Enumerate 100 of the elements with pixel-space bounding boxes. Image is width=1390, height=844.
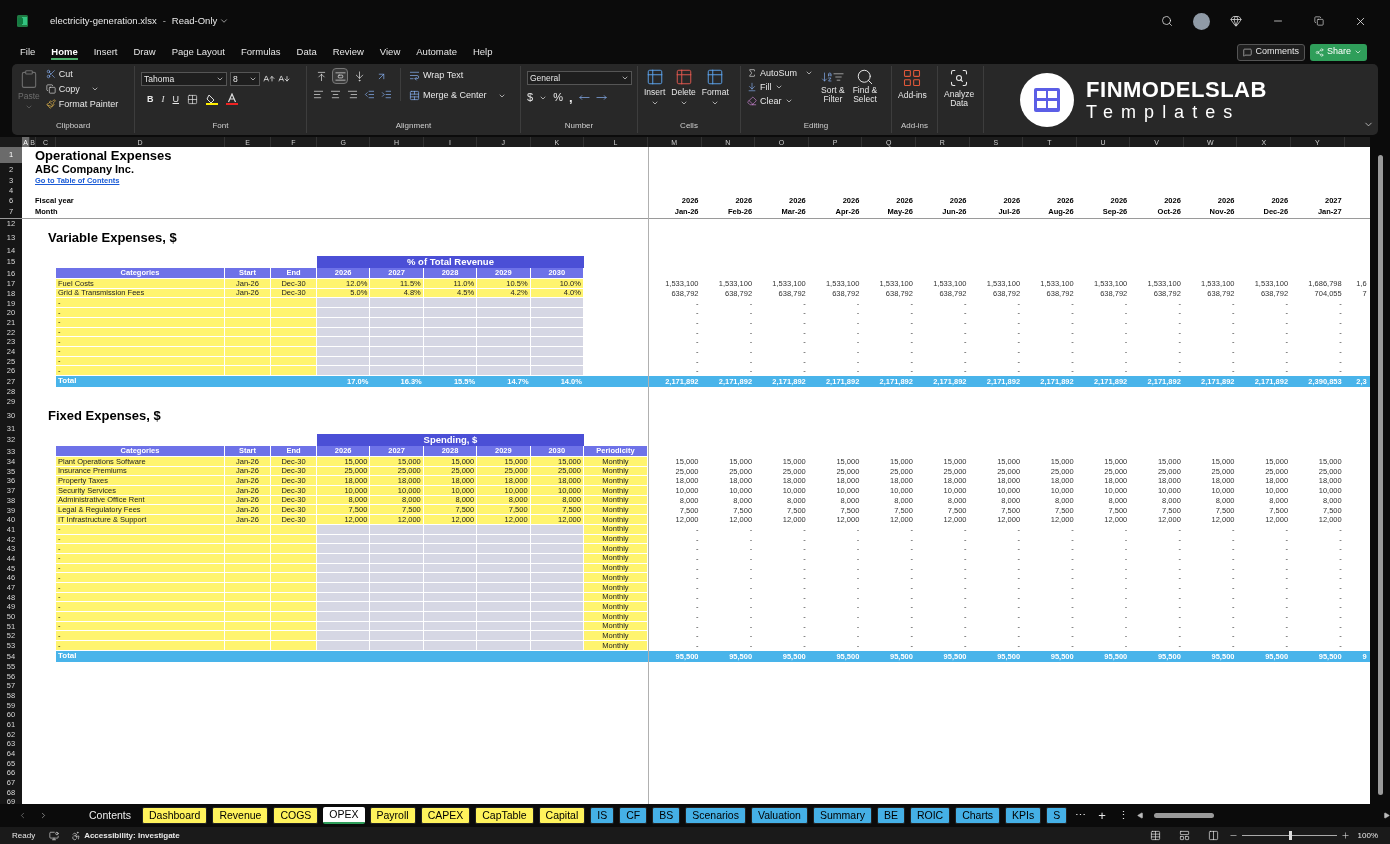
screen-icon (49, 830, 60, 841)
font-family-field[interactable]: Tahoma (141, 72, 227, 86)
caret-icon (219, 16, 230, 26)
table-cell (225, 592, 271, 603)
table-cell (477, 563, 531, 574)
menu-tab[interactable]: Data (296, 43, 317, 61)
copy-button[interactable]: Copy (45, 84, 119, 94)
table-cell (225, 337, 271, 347)
table-cell (477, 544, 531, 554)
sheet-tab[interactable]: S (1046, 807, 1068, 824)
cells-button[interactable]: Format (701, 68, 729, 107)
caret-icon (805, 69, 814, 77)
table-cell (271, 534, 317, 545)
fill-color-icon[interactable] (206, 93, 218, 105)
sheet-tab[interactable]: Capital (538, 807, 586, 824)
sheet-tab[interactable]: Scenarios (685, 807, 746, 824)
table-cell (477, 366, 531, 376)
table-cell (423, 327, 478, 338)
bold-button[interactable]: B (147, 94, 154, 104)
format-painter-button[interactable]: Format Painter (45, 99, 119, 109)
percent-button[interactable]: % (553, 92, 563, 103)
menu-tab[interactable]: Draw (133, 43, 156, 61)
sheet-tab[interactable]: Dashboard (142, 807, 208, 824)
menu-tab[interactable]: Insert (93, 43, 118, 61)
sheet-tab[interactable]: BS (652, 807, 681, 824)
table-cell (530, 631, 584, 642)
table-cell (271, 308, 317, 318)
sheet-tab[interactable]: Summary (812, 807, 872, 824)
menu-tab[interactable]: Help (472, 43, 493, 61)
sheet-options-button[interactable]: ⋮ (1117, 807, 1129, 824)
table-cell (271, 327, 317, 338)
font-size-field[interactable]: 8 (230, 72, 260, 86)
number-format-field[interactable]: General (527, 71, 632, 85)
autosum-button[interactable]: AutoSum (747, 68, 814, 78)
comma-style-button[interactable]: , (568, 91, 573, 104)
more-sheets-button[interactable]: ⋯ (1075, 807, 1087, 824)
sheet-tab[interactable]: KPIs (1005, 807, 1042, 824)
table-cell (423, 366, 478, 376)
logo-icon (1020, 72, 1075, 127)
add-ins-button[interactable]: Add-ins (898, 68, 927, 100)
sheet-tab[interactable]: Revenue (212, 807, 269, 824)
logo-name: FINMODELSLAB (1086, 78, 1267, 101)
comments-button[interactable]: Comments (1237, 43, 1305, 61)
grid-icon (902, 68, 923, 88)
menu-tab[interactable]: File (20, 43, 36, 61)
section-title: Variable Expenses, $ (47, 228, 178, 247)
vertical-scrollbar[interactable] (1377, 155, 1383, 795)
cut-button[interactable]: Cut (45, 69, 119, 79)
group-label: Editing (803, 122, 829, 132)
table-cell (530, 317, 584, 328)
table-cell (423, 298, 478, 309)
sheet-tab[interactable]: COGS (273, 807, 319, 824)
zoom-thumb[interactable] (1289, 831, 1293, 840)
sheet-tab[interactable]: OPEX (323, 807, 365, 824)
add-sheet-button[interactable]: + (1098, 805, 1106, 826)
table-cell (225, 534, 271, 545)
sheet-tab[interactable]: Charts (955, 807, 1001, 824)
vertical-align-button[interactable] (332, 68, 348, 84)
analyze-data-button[interactable]: Analyze Data (944, 68, 975, 109)
merge-center-button[interactable]: Merge & Center (409, 90, 506, 101)
sheet-tab[interactable]: ROIC (909, 807, 951, 824)
menu-tab[interactable]: Review (332, 43, 364, 61)
menu-tab[interactable]: Page Layout (171, 43, 225, 61)
sheet-tab[interactable]: Payroll (369, 807, 416, 824)
menu-tab[interactable]: Home (51, 43, 78, 61)
read-only-dropdown[interactable]: Read-Only (171, 13, 230, 29)
accessibility-status[interactable]: Accessibility: Investigate (84, 829, 180, 842)
currency-button[interactable]: $ (527, 92, 534, 103)
sort-filter-button[interactable]: Sort & Filter (821, 68, 845, 106)
cells-button[interactable]: Insert (644, 68, 666, 107)
wrap-text-button[interactable]: Wrap Text (409, 70, 506, 81)
sheet-tab[interactable]: CAPEX (420, 807, 471, 824)
italic-button[interactable]: I (161, 94, 165, 104)
borders-icon (187, 93, 198, 105)
page-layout-icon (1178, 830, 1190, 841)
table-cell (225, 602, 271, 612)
table-cell (317, 534, 371, 545)
logo-tagline: Templates (1086, 102, 1242, 121)
clear-button[interactable]: Clear (747, 96, 814, 106)
sheet-tab[interactable]: IS (590, 807, 615, 824)
menu-tab[interactable]: Automate (416, 43, 457, 61)
sigma-icon (747, 68, 757, 78)
sheet-tab[interactable]: Contents (82, 807, 137, 824)
sheet-tab[interactable]: Valuation (750, 807, 808, 824)
table-cell (370, 631, 424, 642)
sheet-tab[interactable]: BE (876, 807, 905, 824)
decrease-indent-icon (364, 89, 375, 100)
fill-button[interactable]: Fill (747, 82, 814, 92)
menu-tab[interactable]: View (379, 43, 401, 61)
search-icon (855, 68, 874, 86)
table-cell (225, 366, 271, 376)
avatar[interactable] (1193, 12, 1210, 30)
table-cell (225, 308, 271, 318)
cells-button[interactable]: Delete (671, 68, 696, 107)
menu-tab[interactable]: Formulas (241, 43, 281, 61)
sheet-tab[interactable]: CapTable (475, 807, 534, 824)
sheet-tab[interactable]: CF (619, 807, 648, 824)
underline-button[interactable]: U (172, 94, 179, 104)
find-select-button[interactable]: Find & Select (852, 68, 878, 106)
font-color-icon[interactable] (226, 93, 238, 105)
